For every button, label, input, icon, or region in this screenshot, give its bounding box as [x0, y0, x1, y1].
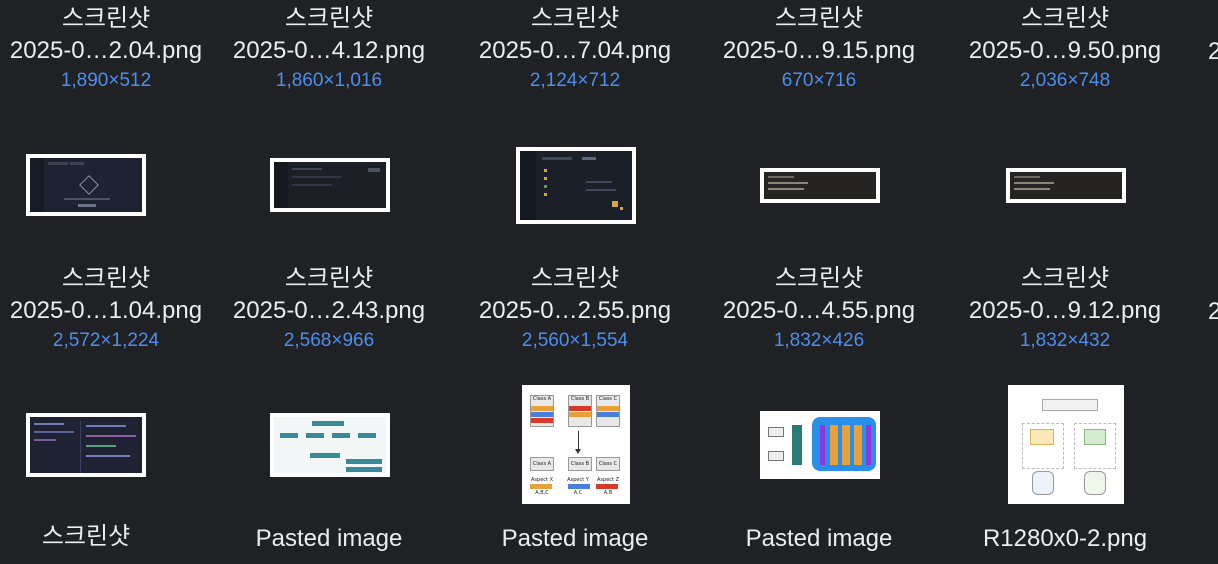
- class-label: Class A: [532, 396, 552, 402]
- image-dimensions: 1,890×512: [60, 70, 152, 91]
- file-name-line2: 2025-0…2.04.png: [9, 37, 203, 64]
- file-name-line1: Pasted image: [501, 525, 649, 552]
- thumbnail-image[interactable]: [26, 413, 146, 477]
- aspect-members: A,B: [603, 490, 613, 496]
- thumbnail-image[interactable]: [760, 411, 880, 479]
- file-grid: 스크린샷 2025-0…2.04.png 1,890×512 스크린샷 2025…: [0, 0, 1218, 564]
- file-name-line2: 2025-0…9.12.png: [968, 297, 1162, 324]
- file-name-line1: 스크린샷: [284, 5, 374, 32]
- file-name-line1: 스크린샷: [41, 523, 131, 550]
- file-name-line1: 스크린샷: [1020, 5, 1110, 32]
- thumbnail-image[interactable]: [26, 154, 146, 216]
- clipped-file-item[interactable]: 2: [1208, 38, 1218, 68]
- file-name-line2: 2025-0…1.04.png: [9, 297, 203, 324]
- image-dimensions: 2,124×712: [529, 70, 621, 91]
- image-dimensions: 2,560×1,554: [521, 330, 629, 351]
- thumbnail-image[interactable]: [270, 158, 390, 212]
- file-name-line1: 스크린샷: [1020, 265, 1110, 292]
- thumbnail-image[interactable]: [760, 168, 880, 203]
- file-name-line1: 스크린샷: [774, 5, 864, 32]
- thumbnail-image[interactable]: [1008, 385, 1124, 504]
- file-name-line1: 스크린샷: [61, 5, 151, 32]
- file-name-line1: Pasted image: [255, 525, 403, 552]
- file-name-line1: 스크린샷: [284, 265, 374, 292]
- file-name-line2: 2025-0…4.12.png: [232, 37, 426, 64]
- file-name-line1: 스크린샷: [530, 5, 620, 32]
- image-dimensions: 2,036×748: [1019, 70, 1111, 91]
- thumbnail-image[interactable]: [516, 147, 636, 224]
- aspect-label: Aspect Z: [597, 477, 619, 483]
- class-label: Class C: [596, 457, 620, 471]
- image-dimensions: 670×716: [781, 70, 857, 91]
- aspect-label: Aspect X: [531, 477, 553, 483]
- class-label: Class B: [570, 396, 590, 402]
- file-name-line2: 2025-0…9.15.png: [722, 37, 916, 64]
- file-name-line2: 2025-0…2.43.png: [232, 297, 426, 324]
- file-name-line2: 2025-0…7.04.png: [478, 37, 672, 64]
- clipped-file-item[interactable]: 2: [1208, 298, 1218, 328]
- class-label: Class C: [598, 396, 618, 402]
- class-label: Class A: [530, 457, 554, 471]
- thumbnail-image[interactable]: [1006, 168, 1126, 203]
- image-dimensions: 2,572×1,224: [52, 330, 160, 351]
- file-name-line1: 스크린샷: [530, 265, 620, 292]
- image-dimensions: 2,568×966: [283, 330, 375, 351]
- file-name-line1: Pasted image: [745, 525, 893, 552]
- image-dimensions: 1,832×426: [773, 330, 865, 351]
- file-name-line1: 스크린샷: [774, 265, 864, 292]
- thumbnail-diagram[interactable]: Class A Class B Class C Class A Class B …: [522, 385, 630, 504]
- file-name-line2: 2025-0…9.50.png: [968, 37, 1162, 64]
- image-dimensions: 1,860×1,016: [275, 70, 383, 91]
- file-name-line1: 스크린샷: [61, 265, 151, 292]
- class-label: Class B: [568, 457, 592, 471]
- file-name-line1: R1280x0-2.png: [982, 525, 1148, 552]
- aspect-label: Aspect Y: [567, 477, 589, 483]
- image-dimensions: 1,832×432: [1019, 330, 1111, 351]
- thumbnail-image[interactable]: [270, 413, 390, 477]
- file-name-line2: 2025-0…2.55.png: [478, 297, 672, 324]
- aspect-members: A,B,C: [535, 490, 549, 496]
- file-name-line2: 2025-0…4.55.png: [722, 297, 916, 324]
- aspect-members: A,C: [573, 490, 583, 496]
